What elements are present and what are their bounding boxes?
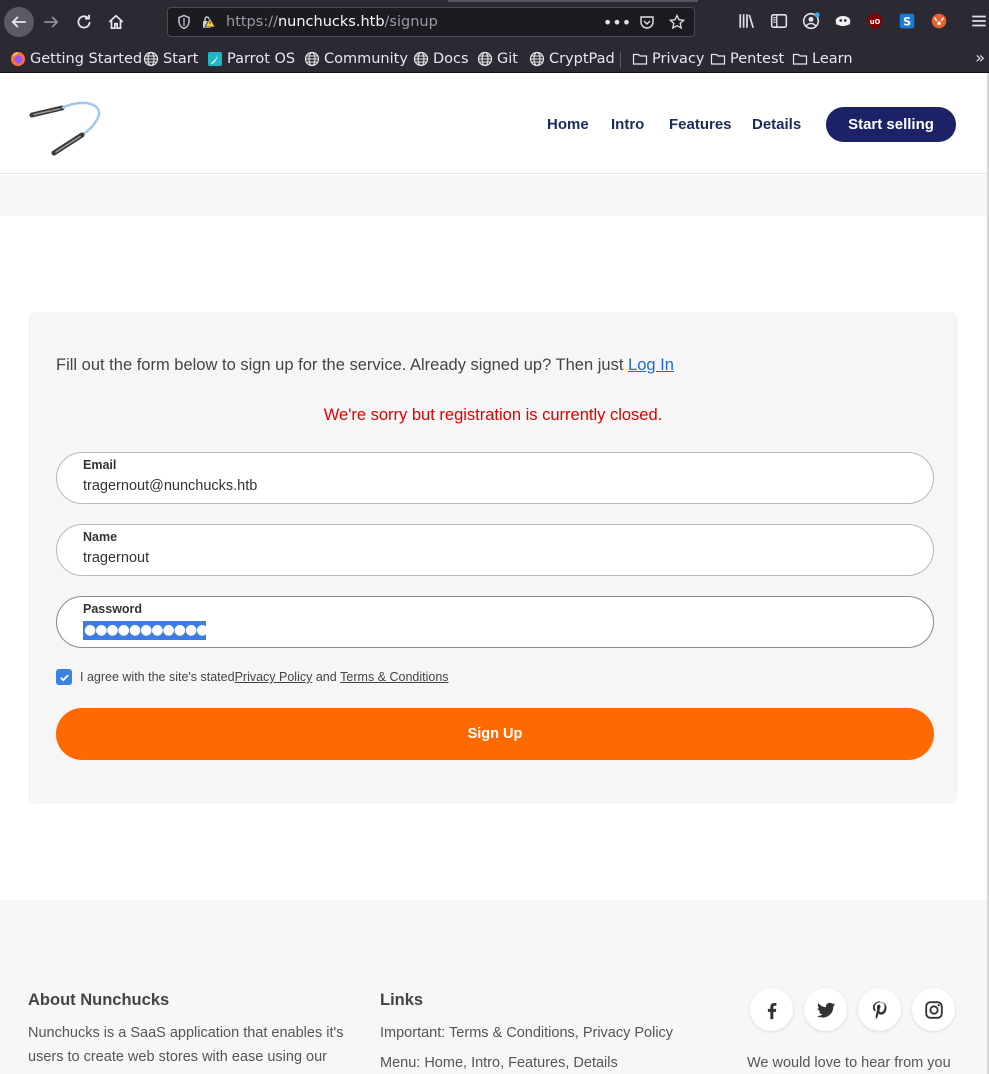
- footer-links-title: Links: [380, 991, 424, 1009]
- facebook-icon: [767, 1002, 776, 1019]
- footer-important-links[interactable]: Important: Terms & Conditions, Privacy P…: [380, 1025, 673, 1041]
- pinterest-icon: [872, 1000, 887, 1019]
- globe-icon: [143, 51, 159, 67]
- arrow-right-icon: [44, 16, 59, 28]
- nunchucks-logo[interactable]: [28, 97, 104, 159]
- globe-icon: [304, 51, 320, 67]
- registration-closed-error: We're sorry but registration is currentl…: [323, 406, 663, 424]
- pocket-icon[interactable]: [638, 12, 656, 32]
- name-input[interactable]: tragernout: [83, 550, 903, 566]
- nav-details[interactable]: Details: [752, 116, 801, 133]
- password-field[interactable]: Password ●●●●●●●●●●●: [56, 596, 934, 648]
- arrow-left-icon: [11, 16, 26, 28]
- forward-button[interactable]: [36, 7, 66, 37]
- sidebar-icon[interactable]: [769, 11, 789, 31]
- bookmarks-overflow-button[interactable]: »: [975, 48, 985, 67]
- back-button[interactable]: [4, 7, 34, 37]
- parrot-icon: [207, 51, 223, 67]
- bookmarks-toolbar: Getting Started Start Parrot OS Communit…: [0, 44, 989, 73]
- home-button[interactable]: [101, 7, 131, 37]
- email-label: Email: [83, 458, 117, 472]
- globe-icon: [413, 51, 429, 67]
- library-icon[interactable]: [737, 11, 757, 31]
- bookmark-cryptpad[interactable]: CryptPad: [529, 49, 615, 69]
- extension-octopus-icon[interactable]: [833, 11, 853, 31]
- footer-about-text-1: Nunchucks is a SaaS application that ena…: [28, 1025, 344, 1041]
- bookmark-getting-started[interactable]: Getting Started: [10, 49, 142, 69]
- bookmark-separator: [620, 52, 621, 68]
- svg-text:uO: uO: [870, 18, 881, 26]
- instagram-icon: [924, 1000, 943, 1019]
- browser-toolbar: https://nunchucks.htb/signup ••• uO S: [0, 0, 989, 44]
- home-icon: [108, 14, 124, 30]
- bookmark-folder-learn[interactable]: Learn: [792, 49, 853, 69]
- start-selling-button[interactable]: Start selling: [826, 107, 956, 142]
- reload-icon: [77, 14, 91, 29]
- signup-form-card: Fill out the form below to sign up for t…: [28, 312, 958, 804]
- account-icon[interactable]: [801, 11, 821, 31]
- footer-about-title: About Nunchucks: [28, 991, 170, 1009]
- footer-menu-links[interactable]: Menu: Home, Intro, Features, Details: [380, 1055, 618, 1071]
- extension-fox-icon[interactable]: [929, 11, 949, 31]
- nav-features[interactable]: Features: [669, 116, 732, 133]
- tracking-shield-icon[interactable]: [176, 14, 192, 30]
- name-field[interactable]: Name tragernout: [56, 524, 934, 576]
- globe-icon: [477, 51, 493, 67]
- footer-contact-text: We would love to hear from you: [747, 1055, 951, 1071]
- agree-checkbox[interactable]: [56, 669, 72, 685]
- terms-agreement: I agree with the site's stated Privacy P…: [56, 668, 449, 686]
- name-label: Name: [83, 530, 118, 544]
- bookmark-community[interactable]: Community: [304, 49, 408, 69]
- bookmark-folder-pentest[interactable]: Pentest: [710, 49, 784, 69]
- bookmark-git[interactable]: Git: [477, 49, 518, 69]
- twitter-icon: [816, 1002, 835, 1018]
- site-footer: About Nunchucks Nunchucks is a SaaS appl…: [0, 900, 987, 1074]
- reload-button[interactable]: [69, 7, 99, 37]
- site-header: Home Intro Features Details Start sellin…: [0, 73, 987, 174]
- bookmark-star-icon[interactable]: [668, 12, 686, 32]
- folder-icon: [710, 51, 726, 67]
- terms-conditions-link[interactable]: Terms & Conditions: [340, 670, 448, 684]
- checkmark-icon: [59, 673, 69, 681]
- password-label: Password: [83, 602, 143, 616]
- active-tab-indicator: [448, 0, 698, 2]
- page-banner-strip: [0, 175, 987, 216]
- bookmark-start[interactable]: Start: [143, 49, 198, 69]
- bookmark-folder-privacy[interactable]: Privacy: [632, 49, 705, 69]
- folder-icon: [632, 51, 648, 67]
- extension-s-icon[interactable]: S: [897, 11, 917, 31]
- password-input[interactable]: ●●●●●●●●●●●: [83, 621, 208, 640]
- firefox-icon: [10, 51, 26, 67]
- svg-text:S: S: [903, 16, 911, 29]
- signup-intro-text: Fill out the form below to sign up for t…: [56, 356, 674, 374]
- insecure-lock-icon[interactable]: [200, 14, 216, 30]
- url-bar[interactable]: https://nunchucks.htb/signup •••: [167, 7, 695, 37]
- email-field[interactable]: Email tragernout@nunchucks.htb: [56, 452, 934, 504]
- nav-home[interactable]: Home: [547, 116, 589, 133]
- bookmark-docs[interactable]: Docs: [413, 49, 469, 69]
- instagram-button[interactable]: [912, 988, 955, 1031]
- facebook-button[interactable]: [750, 988, 793, 1031]
- page-actions-icon[interactable]: •••: [603, 12, 631, 32]
- bookmark-parrot-os[interactable]: Parrot OS: [207, 49, 295, 69]
- folder-icon: [792, 51, 808, 67]
- globe-icon: [529, 51, 545, 67]
- login-link[interactable]: Log In: [628, 356, 674, 374]
- twitter-button[interactable]: [804, 988, 847, 1031]
- ublock-icon[interactable]: uO: [865, 11, 885, 31]
- sign-up-button[interactable]: Sign Up: [56, 708, 934, 760]
- pinterest-button[interactable]: [858, 988, 901, 1031]
- nav-intro[interactable]: Intro: [611, 116, 644, 133]
- footer-about-text-2: users to create web stores with ease usi…: [28, 1049, 328, 1065]
- email-input[interactable]: tragernout@nunchucks.htb: [83, 478, 903, 494]
- privacy-policy-link[interactable]: Privacy Policy: [235, 670, 313, 684]
- hamburger-menu-icon[interactable]: [969, 11, 989, 31]
- url-text[interactable]: https://nunchucks.htb/signup: [226, 14, 438, 30]
